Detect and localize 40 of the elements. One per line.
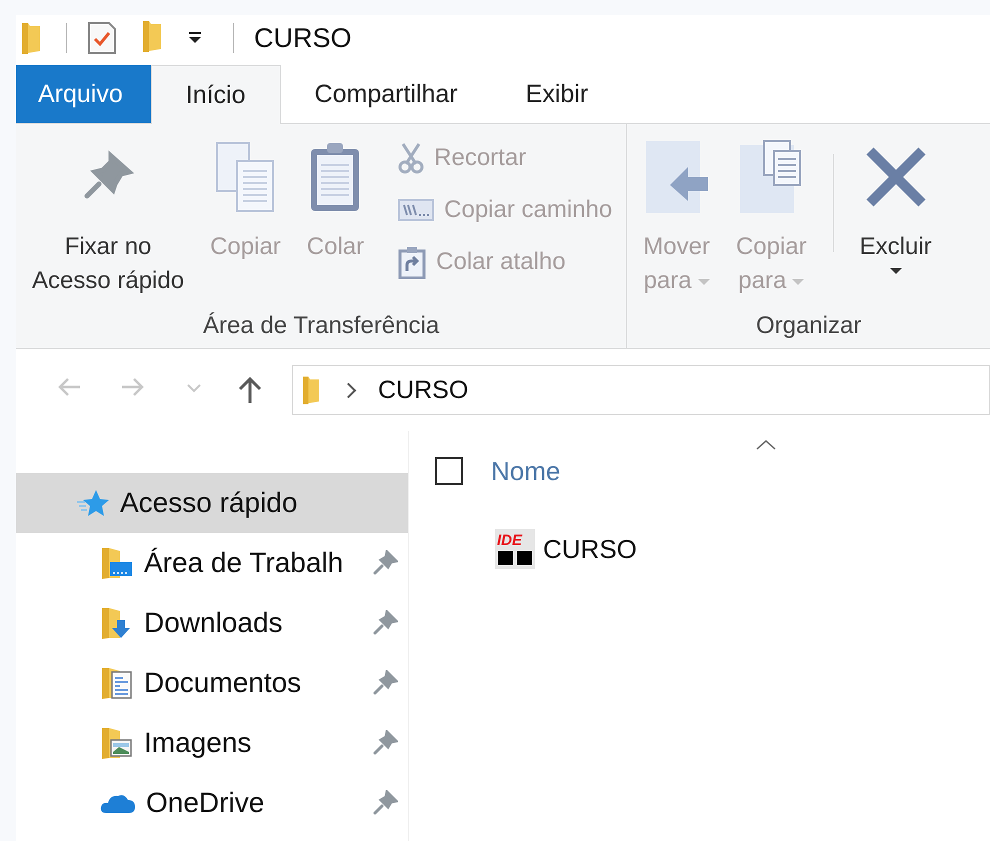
- scissors-icon: [398, 142, 424, 174]
- document-folder-icon: [100, 666, 134, 700]
- window-title: CURSO: [254, 22, 352, 54]
- ribbon-tab[interactable]: Início: [150, 65, 281, 124]
- group-label: Área de Transferência: [202, 312, 440, 341]
- select-all-checkbox[interactable]: [435, 457, 463, 485]
- shortcut-icon: [398, 245, 426, 279]
- pin-icon[interactable]: [372, 550, 398, 576]
- column-header[interactable]: Nome: [491, 456, 560, 486]
- folder-icon: [301, 375, 321, 405]
- ribbon-button[interactable]: Fixar no Acesso rápido: [26, 134, 190, 312]
- ribbon-tab[interactable]: Exibir: [492, 65, 622, 123]
- picture-folder-icon: [100, 726, 134, 760]
- app-file-icon: IDE: [495, 529, 535, 569]
- address-bar[interactable]: CURSO: [292, 365, 990, 415]
- folder-icon: [20, 21, 42, 55]
- ribbon-tab[interactable]: Compartilhar: [280, 65, 492, 123]
- sidebar-item[interactable]: Imagens: [16, 713, 408, 773]
- sidebar-item[interactable]: Documentos: [16, 653, 408, 713]
- sidebar-item[interactable]: Acesso rápido: [16, 473, 408, 533]
- file-menu-tab[interactable]: Arquivo: [16, 65, 151, 123]
- desktop-folder-icon: [100, 546, 134, 580]
- sidebar-item[interactable]: OneDrive: [16, 773, 408, 833]
- group-label: Organizar: [754, 312, 862, 341]
- file-name: CURSO: [543, 534, 637, 564]
- star-icon: [76, 488, 110, 518]
- file-row[interactable]: IDE CURSO: [435, 523, 647, 575]
- ribbon-button[interactable]: Excluir: [854, 134, 938, 312]
- pin-icon[interactable]: [372, 730, 398, 756]
- dropdown-icon[interactable]: [187, 31, 203, 45]
- pin-icon[interactable]: [372, 790, 398, 816]
- breadcrumb[interactable]: CURSO: [374, 376, 472, 404]
- sidebar-item[interactable]: Downloads: [16, 593, 408, 653]
- sidebar-item[interactable]: Área de Trabalh: [16, 533, 408, 593]
- properties-icon[interactable]: [87, 21, 117, 55]
- new-folder-icon: [141, 18, 163, 52]
- move-icon: [644, 138, 710, 216]
- pin-icon[interactable]: [372, 610, 398, 636]
- path-icon: [398, 199, 434, 221]
- pin-icon[interactable]: [372, 670, 398, 696]
